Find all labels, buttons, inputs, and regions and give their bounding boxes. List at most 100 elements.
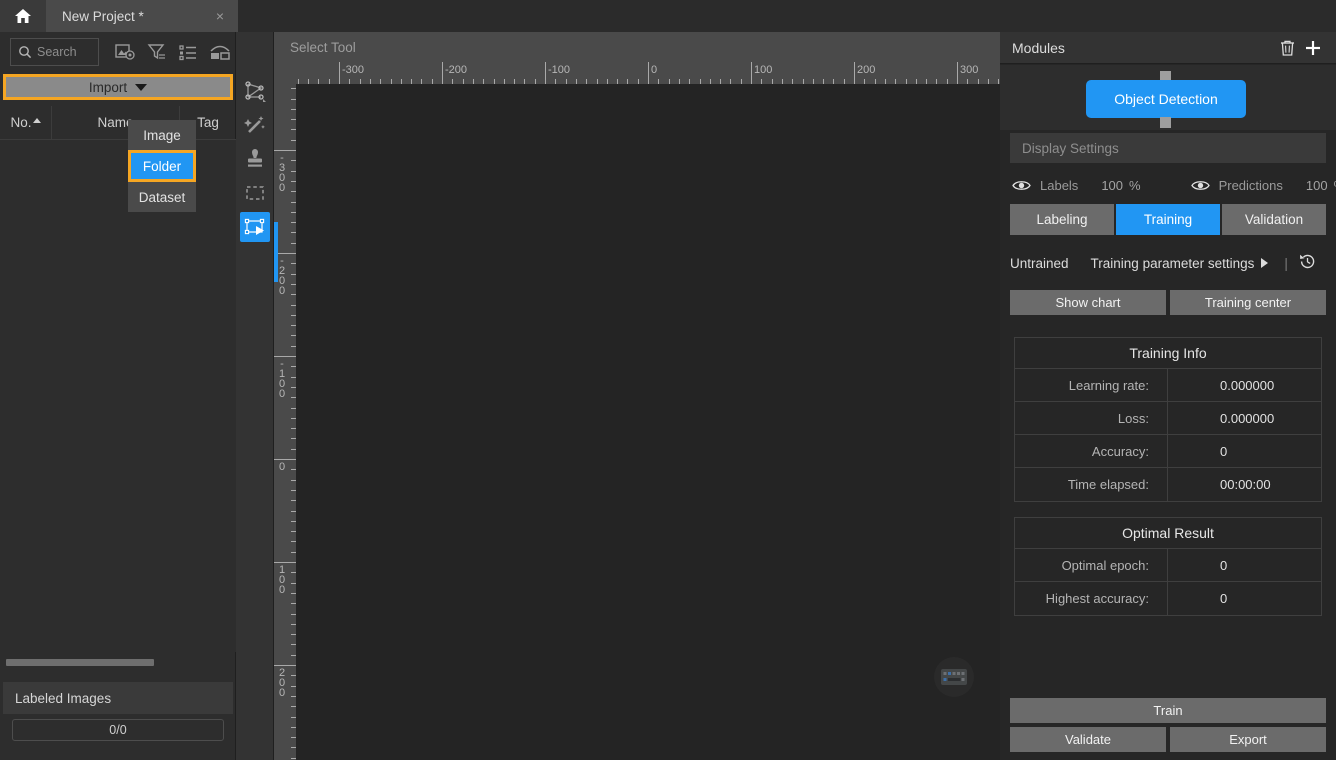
accuracy-key: Accuracy:: [1015, 435, 1168, 467]
ruler-label: -300: [278, 152, 286, 194]
labels-visibility-label: Labels: [1040, 177, 1079, 193]
predictions-visibility-group[interactable]: Predictions 100%: [1190, 177, 1336, 193]
image-settings-icon[interactable]: [109, 38, 141, 66]
training-status: Untrained: [1010, 255, 1069, 271]
chevron-right-icon[interactable]: [1261, 258, 1269, 268]
polygon-tool-icon[interactable]: [240, 76, 270, 106]
application-window: New Project * × Search Import No. Name T…: [0, 0, 1336, 760]
close-icon[interactable]: ×: [212, 7, 228, 25]
import-button[interactable]: Import: [3, 74, 233, 100]
canvas-vertical-scrollbar[interactable]: [274, 222, 278, 282]
bottom-action-buttons: Train Validate Export: [1010, 698, 1326, 752]
labeled-count-value: 0/0: [109, 723, 127, 737]
vertical-ruler[interactable]: -300-200-1000100200300: [274, 84, 296, 760]
table-row: Loss: 0.000000: [1015, 402, 1321, 435]
ruler-label: 100: [754, 64, 773, 76]
labels-opacity-unit: %: [1129, 177, 1141, 193]
table-row: Optimal epoch: 0: [1015, 549, 1321, 582]
title-bar: New Project * ×: [0, 0, 1336, 32]
group-shapes-icon[interactable]: [204, 38, 236, 66]
trash-icon[interactable]: [1274, 35, 1300, 61]
show-chart-label: Show chart: [1055, 295, 1121, 310]
filter-icon[interactable]: [141, 38, 173, 66]
list-icon[interactable]: [173, 38, 205, 66]
ruler-major-tick: [648, 62, 649, 84]
predictions-opacity-value[interactable]: 100%: [1306, 178, 1336, 193]
labels-visibility-group[interactable]: Labels 100%: [1012, 178, 1141, 193]
import-button-label: Import: [88, 79, 128, 95]
canvas-header: Select Tool: [274, 32, 1000, 62]
ruler-label: -300: [342, 64, 365, 76]
sidebar-horizontal-scrollbar[interactable]: [6, 659, 228, 666]
show-chart-button[interactable]: Show chart: [1010, 290, 1166, 315]
ruler-major-tick: [274, 665, 296, 666]
canvas-viewport[interactable]: [296, 84, 1000, 760]
bounding-box-tool-icon[interactable]: [239, 212, 270, 242]
tab-validation[interactable]: Validation: [1222, 204, 1326, 235]
tab-training[interactable]: Training: [1116, 204, 1220, 235]
canvas-header-label: Select Tool: [290, 39, 356, 55]
scrollbar-thumb[interactable]: [6, 659, 154, 666]
ruler-major-tick: [274, 562, 296, 563]
project-tab[interactable]: New Project * ×: [46, 0, 238, 32]
training-parameter-settings-link[interactable]: Training parameter settings: [1091, 256, 1255, 271]
column-header-no-label: No.: [10, 115, 32, 130]
menu-item-image[interactable]: Image: [128, 120, 196, 150]
export-button[interactable]: Export: [1170, 727, 1326, 752]
labeled-count-field[interactable]: 0/0: [12, 719, 224, 741]
project-tab-label: New Project *: [62, 8, 144, 24]
predictions-opacity-number: 100: [1305, 177, 1328, 193]
sort-ascending-icon: [32, 118, 41, 123]
validate-export-row: Validate Export: [1010, 727, 1326, 752]
eye-icon: [1190, 180, 1210, 190]
training-center-label: Training center: [1204, 295, 1292, 310]
training-center-button[interactable]: Training center: [1170, 290, 1326, 315]
optimal-epoch-value: 0: [1220, 557, 1228, 573]
validate-button[interactable]: Validate: [1010, 727, 1166, 752]
plus-icon[interactable]: [1300, 35, 1326, 61]
display-settings-bar: Display Settings: [1010, 133, 1326, 163]
accuracy-value: 0: [1220, 443, 1228, 459]
tab-labeling-label: Labeling: [1036, 212, 1088, 227]
predictions-visibility-label: Predictions: [1218, 177, 1283, 193]
optimal-epoch-key: Optimal epoch:: [1015, 549, 1168, 581]
highest-accuracy-value: 0: [1220, 591, 1228, 606]
ruler-major-tick: [274, 459, 296, 460]
horizontal-ruler[interactable]: -300 -200 -100 0 100 200 300: [274, 62, 1000, 84]
keyboard-shortcuts-icon[interactable]: [934, 657, 974, 697]
table-row: Accuracy: 0: [1015, 435, 1321, 468]
history-icon[interactable]: [1298, 252, 1317, 274]
learning-rate-key: Learning rate:: [1015, 369, 1168, 401]
ruler-label: -100: [548, 64, 571, 76]
table-row: Highest accuracy: 0: [1015, 582, 1321, 615]
search-input[interactable]: Search: [10, 38, 100, 66]
home-button[interactable]: [0, 0, 46, 32]
module-node-label: Object Detection: [1114, 91, 1218, 107]
column-header-no[interactable]: No.: [0, 105, 52, 140]
tab-labeling[interactable]: Labeling: [1010, 204, 1114, 235]
magic-wand-tool-icon[interactable]: [240, 110, 270, 140]
table-row: Time elapsed: 00:00:00: [1015, 468, 1321, 501]
labels-opacity-value[interactable]: 100%: [1101, 178, 1140, 193]
menu-item-dataset-label: Dataset: [138, 189, 186, 205]
canvas-area: Select Tool -300 -200 -100 0 100 200 300 -300-…: [274, 32, 1000, 760]
module-node-object-detection[interactable]: Object Detection: [1086, 80, 1246, 118]
training-info-card: Training Info Learning rate: 0.000000 Lo…: [1014, 337, 1322, 502]
visibility-row: Labels 100% Predictions 100%: [1000, 169, 1336, 201]
labels-opacity-number: 100: [1101, 177, 1124, 193]
ruler-label: 300: [960, 64, 979, 76]
import-dropdown-menu[interactable]: Image Folder Dataset: [128, 120, 196, 212]
menu-item-dataset[interactable]: Dataset: [128, 182, 196, 212]
node-output-port[interactable]: [1160, 117, 1171, 128]
marquee-select-tool-icon[interactable]: [240, 178, 270, 208]
train-button[interactable]: Train: [1010, 698, 1326, 723]
modules-header: Modules: [1000, 32, 1336, 64]
stamp-tool-icon[interactable]: [240, 144, 270, 174]
file-list-body: [0, 140, 236, 652]
labeled-images-bar: Labeled Images: [3, 682, 233, 714]
module-graph[interactable]: Object Detection: [1000, 65, 1336, 130]
eye-icon: [1012, 180, 1031, 190]
validate-button-label: Validate: [1064, 732, 1111, 747]
time-elapsed-value: 00:00:00: [1220, 477, 1271, 492]
menu-item-folder[interactable]: Folder: [128, 150, 196, 182]
